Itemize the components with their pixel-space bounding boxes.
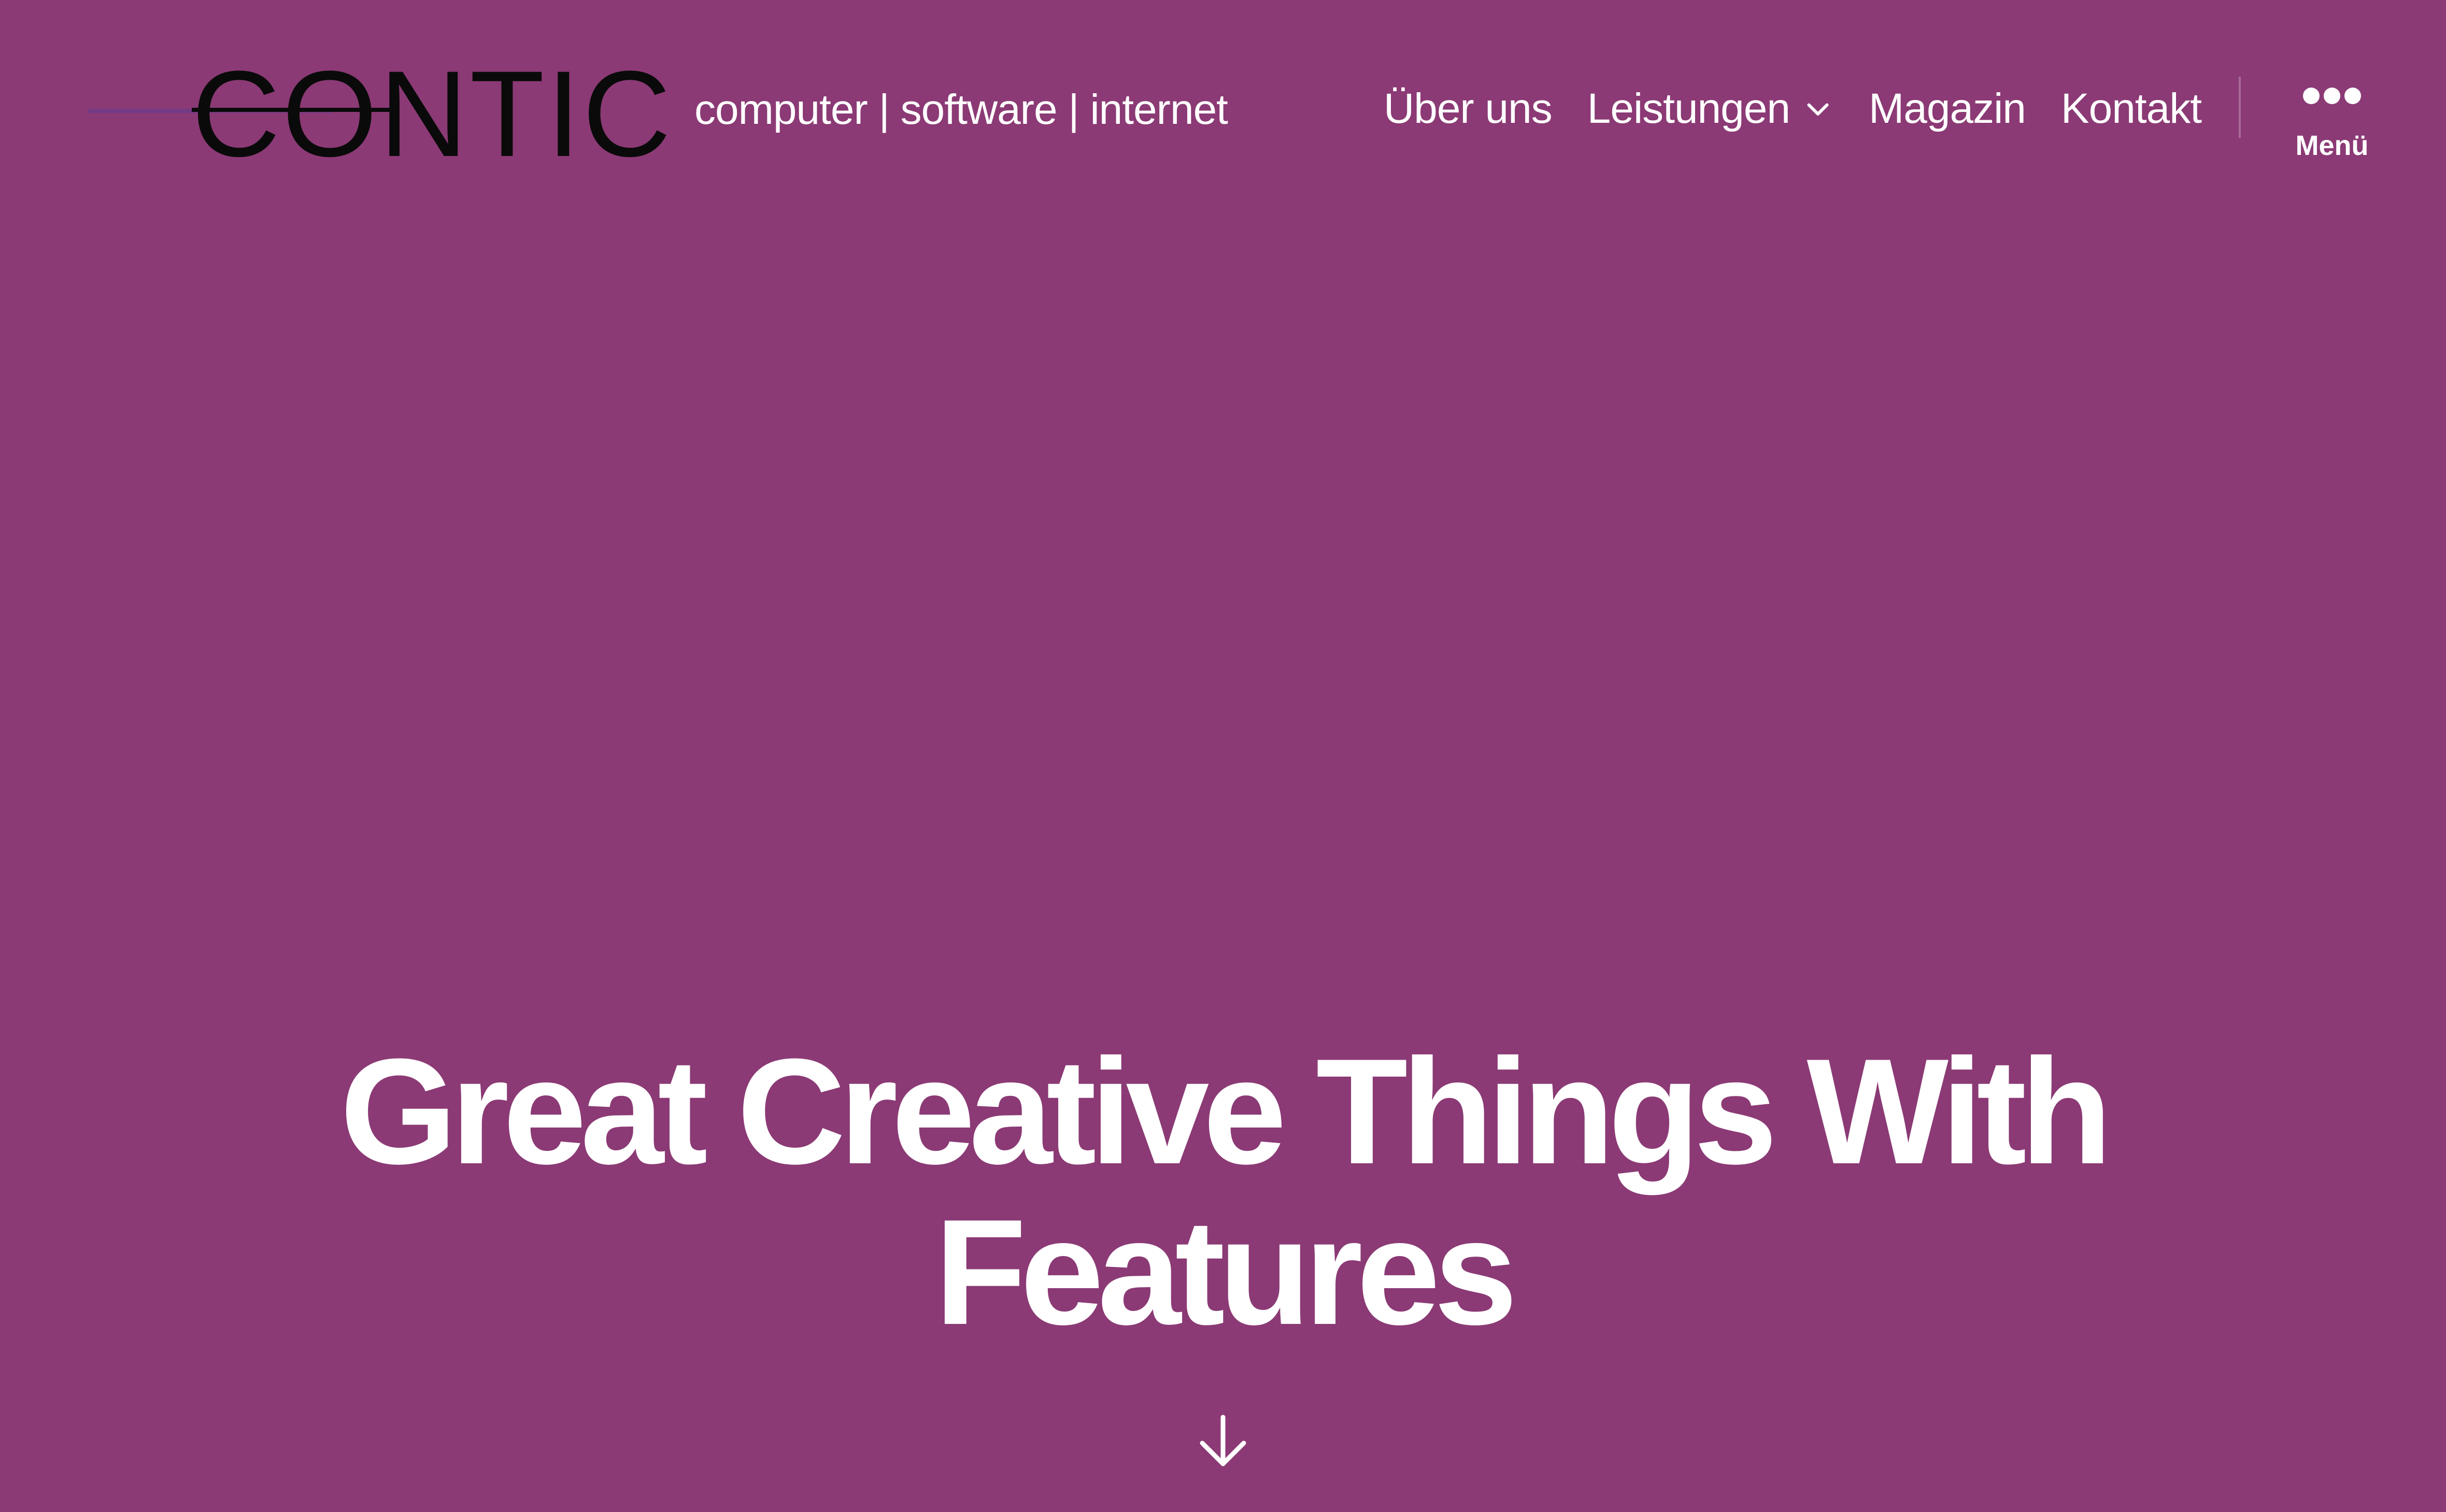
logo-strike-line <box>192 108 399 112</box>
nav-item-leistungen[interactable]: Leistungen <box>1587 83 1833 135</box>
site-header: CONTIC computer | software | internet Üb… <box>0 0 2446 218</box>
hero-title: Great Creative Things With Features <box>187 1031 2259 1352</box>
logo-text: CONTIC <box>192 46 673 182</box>
nav-item-magazin[interactable]: Magazin <box>1869 83 2026 135</box>
nav-item-ueber-uns[interactable]: Über uns <box>1384 83 1553 135</box>
site-logo[interactable]: CONTIC <box>88 53 671 175</box>
hero-title-line-1: Great Creative Things With <box>340 1028 2112 1195</box>
nav-item-label: Kontakt <box>2060 85 2202 132</box>
menu-toggle-label: Menü <box>2295 130 2369 161</box>
nav-item-label: Magazin <box>1868 85 2026 132</box>
hero-title-line-2: Features <box>934 1188 1518 1356</box>
dots-icon <box>2301 85 2363 106</box>
site-tagline: computer | software | internet <box>694 86 1228 133</box>
nav-item-label: Über uns <box>1384 85 1553 132</box>
arrow-down-icon[interactable] <box>1192 1409 1254 1472</box>
nav-item-kontakt[interactable]: Kontakt <box>2060 83 2202 135</box>
nav-item-label: Leistungen <box>1587 85 1790 132</box>
nav-divider <box>2239 77 2241 138</box>
chevron-down-icon[interactable] <box>1802 93 1833 124</box>
primary-navigation: Über uns Leistungen Magazin Kontakt <box>1384 80 2202 137</box>
menu-toggle-button[interactable]: Menü <box>2280 85 2384 189</box>
